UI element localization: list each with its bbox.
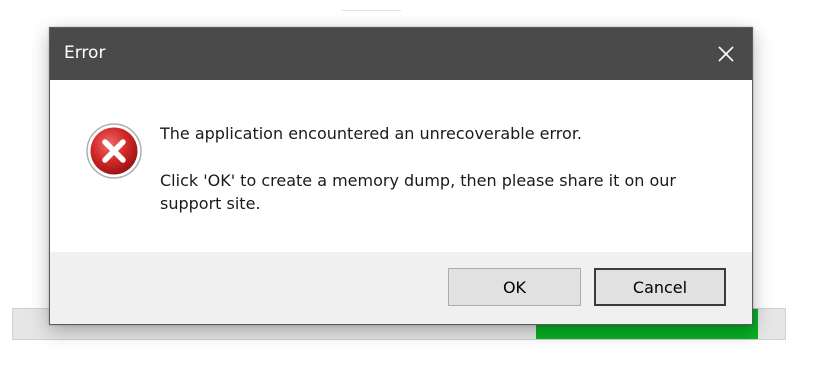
dialog-button-bar: OK Cancel: [50, 252, 752, 324]
close-icon: [718, 46, 734, 62]
ok-button[interactable]: OK: [448, 268, 581, 306]
cancel-button[interactable]: Cancel: [594, 268, 726, 306]
error-message-primary: The application encountered an unrecover…: [160, 124, 583, 143]
dialog-titlebar[interactable]: Error: [50, 28, 752, 80]
error-message-secondary: Click 'OK' to create a memory dump, then…: [160, 171, 677, 213]
dialog-title: Error: [64, 43, 106, 63]
dialog-content: The application encountered an unrecover…: [50, 80, 752, 252]
desktop-background: Error The application encountered an unr…: [0, 0, 824, 376]
error-dialog: Error The application encountered an unr…: [49, 27, 753, 325]
error-icon: [86, 123, 142, 179]
close-button[interactable]: [700, 28, 752, 80]
